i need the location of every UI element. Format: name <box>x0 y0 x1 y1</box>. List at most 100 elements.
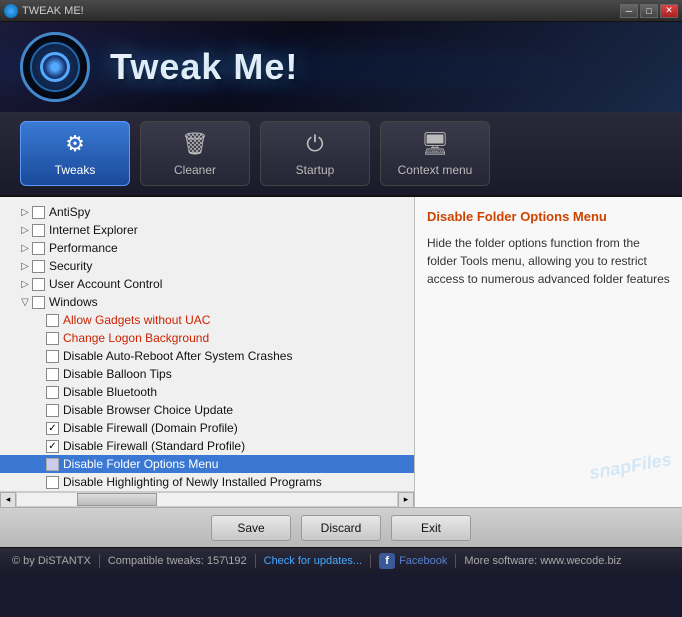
facebook-label: Facebook <box>399 555 447 567</box>
expander-uac[interactable]: ▷ <box>18 277 32 291</box>
tree-item-balloon[interactable]: ▷ Disable Balloon Tips <box>0 365 414 383</box>
header: Tweak Me! <box>0 22 682 112</box>
label-antispy: AntiSpy <box>49 205 90 219</box>
checkbox-balloon[interactable] <box>46 368 59 381</box>
tree-item-ie[interactable]: ▷ Internet Explorer <box>0 221 414 239</box>
tree-item-uac[interactable]: ▷ User Account Control <box>0 275 414 293</box>
discard-button[interactable]: Discard <box>301 515 381 541</box>
title-bar: TWEAK ME! ─ □ ✕ <box>0 0 682 22</box>
tree-item-browser-choice[interactable]: ▷ Disable Browser Choice Update <box>0 401 414 419</box>
expander-antispy[interactable]: ▷ <box>18 205 32 219</box>
checkbox-windows[interactable] <box>32 296 45 309</box>
facebook-section[interactable]: f Facebook <box>379 553 447 569</box>
label-auto-reboot: Disable Auto-Reboot After System Crashes <box>63 349 292 363</box>
tree-item-security[interactable]: ▷ Security <box>0 257 414 275</box>
main-content: ▷ AntiSpy ▷ Internet Explorer ▷ Performa… <box>0 197 682 507</box>
nav-tabs: ⚙ Tweaks 🗑 Cleaner ⏻ Startup 🖥 Context m… <box>0 112 682 197</box>
check-updates-link[interactable]: Check for updates... <box>264 555 362 567</box>
label-performance: Performance <box>49 241 118 255</box>
tree-item-windows[interactable]: ▽ Windows <box>0 293 414 311</box>
save-button[interactable]: Save <box>211 515 291 541</box>
label-folder-options: Disable Folder Options Menu <box>63 457 218 471</box>
hscroll-track[interactable] <box>16 492 398 507</box>
expander-security[interactable]: ▷ <box>18 259 32 273</box>
expander-performance[interactable]: ▷ <box>18 241 32 255</box>
tree-item-highlighting[interactable]: ▷ Disable Highlighting of Newly Installe… <box>0 473 414 491</box>
checkbox-bluetooth[interactable] <box>46 386 59 399</box>
minimize-button[interactable]: ─ <box>620 4 638 18</box>
checkbox-change-logon[interactable] <box>46 332 59 345</box>
app-title: Tweak Me! <box>110 46 298 88</box>
info-description: Hide the folder options function from th… <box>427 234 670 288</box>
tweaks-icon: ⚙ <box>65 131 85 157</box>
info-panel: Disable Folder Options Menu Hide the fol… <box>415 197 682 507</box>
checkbox-antispy[interactable] <box>32 206 45 219</box>
label-fw-domain: Disable Firewall (Domain Profile) <box>63 421 238 435</box>
close-button[interactable]: ✕ <box>660 4 678 18</box>
checkbox-auto-reboot[interactable] <box>46 350 59 363</box>
tab-cleaner-label: Cleaner <box>174 163 216 177</box>
checkbox-folder-options[interactable] <box>46 458 59 471</box>
tab-cleaner[interactable]: 🗑 Cleaner <box>140 121 250 186</box>
footer-more-software: More software: www.wecode.biz <box>464 555 621 567</box>
facebook-icon: f <box>379 553 395 569</box>
footer-credit: © by DiSTANTX <box>12 555 91 567</box>
scroll-right[interactable]: ▸ <box>398 492 414 508</box>
tab-startup[interactable]: ⏻ Startup <box>260 121 370 186</box>
tree-item-antispy[interactable]: ▷ AntiSpy <box>0 203 414 221</box>
bottom-buttons: Save Discard Exit <box>0 507 682 547</box>
app-icon <box>4 4 18 18</box>
expander-windows[interactable]: ▽ <box>18 295 32 309</box>
context-icon: 🖥 <box>421 131 449 157</box>
title-bar-label: TWEAK ME! <box>22 5 84 17</box>
expander-ie[interactable]: ▷ <box>18 223 32 237</box>
cleaner-icon: 🗑 <box>181 131 209 157</box>
tab-context-menu[interactable]: 🖥 Context menu <box>380 121 490 186</box>
checkbox-performance[interactable] <box>32 242 45 255</box>
label-balloon: Disable Balloon Tips <box>63 367 172 381</box>
tree-item-folder-options[interactable]: ▷ Disable Folder Options Menu <box>0 455 414 473</box>
exit-button[interactable]: Exit <box>391 515 471 541</box>
tree-item-fw-standard[interactable]: ▷ Disable Firewall (Standard Profile) <box>0 437 414 455</box>
tab-tweaks-label: Tweaks <box>55 163 96 177</box>
label-highlighting: Disable Highlighting of Newly Installed … <box>63 475 322 489</box>
label-uac: User Account Control <box>49 277 162 291</box>
title-bar-left: TWEAK ME! <box>4 4 84 18</box>
checkbox-allow-gadgets[interactable] <box>46 314 59 327</box>
checkbox-fw-domain[interactable] <box>46 422 59 435</box>
tree-item-performance[interactable]: ▷ Performance <box>0 239 414 257</box>
tree-scroll[interactable]: ▷ AntiSpy ▷ Internet Explorer ▷ Performa… <box>0 197 414 491</box>
label-browser-choice: Disable Browser Choice Update <box>63 403 233 417</box>
hscroll-thumb[interactable] <box>77 493 157 506</box>
tree-item-fw-domain[interactable]: ▷ Disable Firewall (Domain Profile) <box>0 419 414 437</box>
label-fw-standard: Disable Firewall (Standard Profile) <box>63 439 245 453</box>
tab-tweaks[interactable]: ⚙ Tweaks <box>20 121 130 186</box>
checkbox-ie[interactable] <box>32 224 45 237</box>
label-bluetooth: Disable Bluetooth <box>63 385 157 399</box>
footer-compatible: Compatible tweaks: 157\192 <box>108 555 247 567</box>
scroll-left[interactable]: ◂ <box>0 492 16 508</box>
label-security: Security <box>49 259 92 273</box>
tree-item-auto-reboot[interactable]: ▷ Disable Auto-Reboot After System Crash… <box>0 347 414 365</box>
label-ie: Internet Explorer <box>49 223 138 237</box>
startup-icon: ⏻ <box>306 131 323 157</box>
checkbox-security[interactable] <box>32 260 45 273</box>
label-allow-gadgets: Allow Gadgets without UAC <box>63 313 210 327</box>
tab-context-label: Context menu <box>398 163 473 177</box>
label-change-logon: Change Logon Background <box>63 331 209 345</box>
label-windows: Windows <box>49 295 98 309</box>
checkbox-highlighting[interactable] <box>46 476 59 489</box>
checkbox-browser-choice[interactable] <box>46 404 59 417</box>
title-bar-controls: ─ □ ✕ <box>620 4 678 18</box>
tree-panel: ▷ AntiSpy ▷ Internet Explorer ▷ Performa… <box>0 197 415 507</box>
tree-item-allow-gadgets[interactable]: ▷ Allow Gadgets without UAC <box>0 311 414 329</box>
maximize-button[interactable]: □ <box>640 4 658 18</box>
checkbox-uac[interactable] <box>32 278 45 291</box>
app-logo <box>20 32 90 102</box>
checkbox-fw-standard[interactable] <box>46 440 59 453</box>
tree-item-change-logon[interactable]: ▷ Change Logon Background <box>0 329 414 347</box>
info-title: Disable Folder Options Menu <box>427 209 670 224</box>
footer: © by DiSTANTX Compatible tweaks: 157\192… <box>0 547 682 573</box>
tree-item-bluetooth[interactable]: ▷ Disable Bluetooth <box>0 383 414 401</box>
watermark: snapFiles <box>588 449 673 484</box>
